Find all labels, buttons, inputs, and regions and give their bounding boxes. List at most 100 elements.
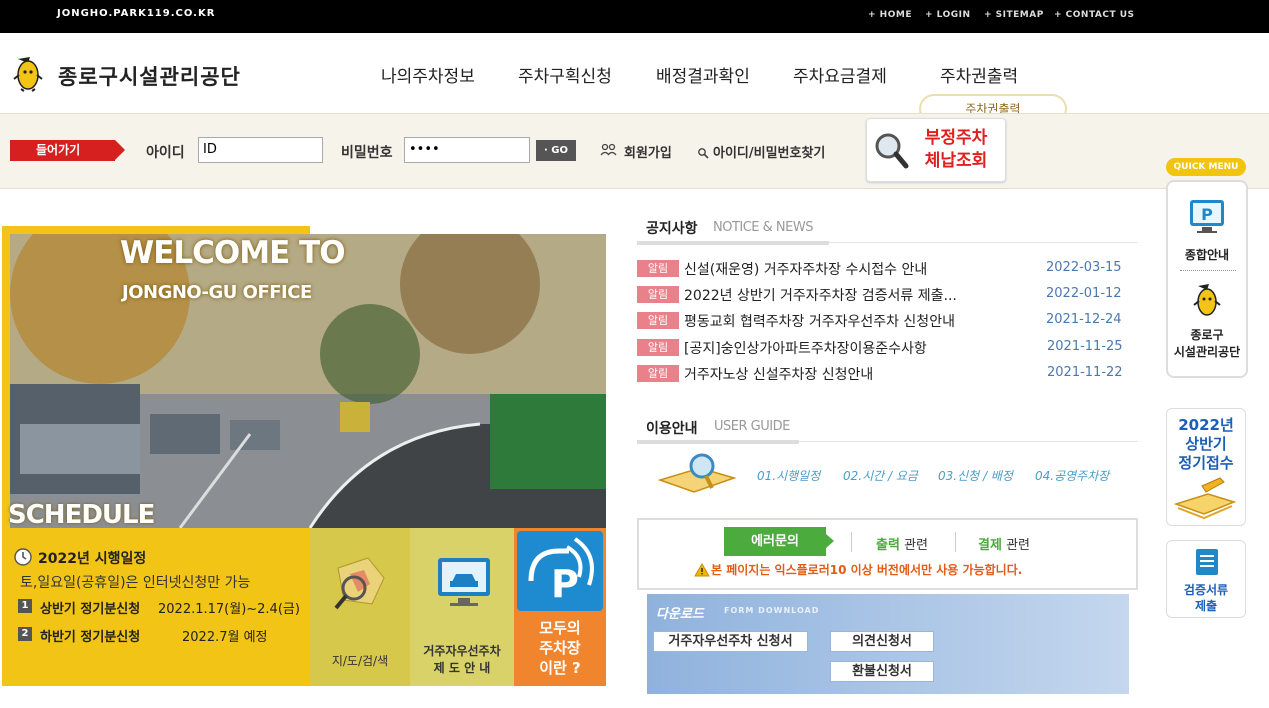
find-account-link[interactable]: 아이디/비밀번호찾기 [713, 142, 825, 161]
contact-us-link[interactable]: + CONTACT US [1054, 10, 1135, 20]
guide-subtitle: USER GUIDE [714, 419, 790, 434]
error-inquiry-button[interactable]: 에러문의 [724, 527, 826, 556]
guide-schedule-link[interactable]: 01.시행일정 [757, 467, 820, 484]
warning-icon [694, 562, 710, 577]
street-photo [10, 234, 606, 528]
schedule-item1-date: 2022.1.17(월)~2.4(금) [158, 602, 300, 617]
schedule-item2-label: 하반기 정기분신청 [40, 630, 141, 645]
search-icon [697, 144, 709, 159]
join-link[interactable]: 회원가입 [624, 142, 672, 161]
verify-line2: 제출 [1194, 599, 1218, 613]
home-link[interactable]: + HOME [868, 10, 912, 20]
notice-underline [637, 241, 829, 245]
illegal-line2: 체납조회 [924, 151, 988, 171]
modu-line2: 주차장 [539, 639, 581, 657]
resident-parking-label: 거주자우선주차 제 도 안 내 [410, 643, 514, 677]
guide-apply-assign-link[interactable]: 03.신청 / 배정 [938, 467, 1013, 484]
site-domain: JONGHO.PARK119.CO.KR [57, 8, 216, 19]
password-label: 비밀번호 [341, 145, 393, 161]
nav-parking-apply[interactable]: 주차구획신청 [518, 62, 612, 87]
schedule-item1-number: 1 [18, 599, 32, 613]
qm-divider [1180, 270, 1236, 271]
guide-title[interactable]: 이용안내 [646, 418, 698, 438]
logo-text[interactable]: 종로구시설관리공단 [58, 61, 241, 91]
verify-docs-text: 검증서류 제출 [1166, 582, 1246, 614]
notice-title-link[interactable]: 거주자노상 신설주차장 신청안내 [684, 364, 873, 384]
notice-title-link[interactable]: 2022년 상반기 거주자주차장 검증서류 제출... [684, 285, 957, 305]
browser-warning: 본 페이지는 익스플로러10 이상 버전에서만 사용 가능합니다. [711, 563, 1023, 577]
schedule-title: 2022년 시행일정 [38, 551, 147, 567]
banner-2022-line2: 상반기 [1185, 435, 1227, 453]
notice-date: 2022-01-12 [1046, 286, 1122, 301]
clock-icon [14, 548, 32, 566]
notice-row[interactable]: 알림 [공지]숭인상가아파트주차장이용준수사항 2021-11-25 [637, 338, 1137, 358]
verify-line1: 검증서류 [1183, 583, 1229, 597]
notice-row[interactable]: 알림 거주자노상 신설주차장 신청안내 2021-11-22 [637, 364, 1137, 384]
nav-assignment-result[interactable]: 배정결과확인 [656, 62, 750, 87]
notice-date: 2021-11-22 [1047, 365, 1123, 380]
notice-row[interactable]: 알림 2022년 상반기 거주자주차장 검증서류 제출... 2022-01-1… [637, 285, 1137, 305]
notice-title-link[interactable]: 신설(재운영) 거주자주차장 수시접수 안내 [684, 259, 927, 279]
notice-subtitle: NOTICE & NEWS [713, 220, 813, 235]
notice-badge: 알림 [637, 365, 679, 382]
svg-text:P: P [551, 562, 579, 606]
notice-row[interactable]: 알림 신설(재운영) 거주자주차장 수시접수 안내 2022-03-15 [637, 259, 1137, 279]
download-title: 다운로드 [656, 607, 704, 622]
qm-corp-line2[interactable]: 시설관리공단 [1166, 344, 1248, 360]
notice-title-link[interactable]: 평동교회 협력주차장 거주자우선주차 신청안내 [684, 311, 955, 331]
svg-text:P: P [1201, 205, 1213, 224]
download-refund-form[interactable]: 환불신청서 [830, 661, 934, 682]
map-magnifier-icon [328, 548, 392, 618]
payment-strong: 결제 [978, 538, 1002, 553]
parking-monitor-icon[interactable]: P [1187, 196, 1227, 236]
notice-date: 2021-12-24 [1046, 312, 1122, 327]
id-input[interactable]: ID [198, 137, 323, 163]
members-icon [600, 142, 618, 156]
guide-time-fee-link[interactable]: 02.시간 / 요금 [843, 467, 918, 484]
modu-parking-label: 모두의 주차장 이란 ? [514, 618, 606, 678]
notice-row[interactable]: 알림 평동교회 협력주차장 거주자우선주차 신청안내 2021-12-24 [637, 311, 1137, 331]
download-resident-form[interactable]: 거주자우선주차 신청서 [653, 631, 808, 652]
guide-book-icon [657, 452, 737, 498]
book-pencil-icon [1172, 476, 1238, 522]
download-opinion-form[interactable]: 의견신청서 [830, 631, 934, 652]
illegal-line1: 부정주차 [924, 128, 988, 148]
banner-2022-line1: 2022년 [1178, 416, 1234, 434]
notice-badge: 알림 [637, 286, 679, 303]
output-rest: 관련 [904, 538, 928, 553]
enter-badge: 들어가기 [10, 140, 125, 161]
nav-my-parking[interactable]: 나의주차정보 [381, 62, 475, 87]
notice-date: 2021-11-25 [1047, 339, 1123, 354]
notice-title[interactable]: 공지사항 [646, 218, 698, 238]
notice-date: 2022-03-15 [1046, 260, 1122, 275]
sitemap-link[interactable]: + SITEMAP [984, 10, 1044, 20]
guide-public-parking-link[interactable]: 04.공영주차장 [1035, 467, 1109, 484]
schedule-item2-date: 2022.7월 예정 [182, 630, 268, 645]
notice-divider [829, 242, 1138, 243]
id-label: 아이디 [146, 145, 185, 161]
qm-general-info[interactable]: 종합안내 [1166, 247, 1248, 263]
parking-wifi-icon: P [517, 531, 603, 611]
output-related-link[interactable]: 출력 관련 [876, 534, 928, 553]
separator [955, 532, 956, 552]
login-link[interactable]: + LOGIN [925, 10, 971, 20]
schedule-note: 토,일요일(공휴일)은 인터넷신청만 가능 [20, 575, 251, 591]
magnifier-icon [872, 130, 910, 170]
notice-badge: 알림 [637, 339, 679, 356]
password-input[interactable]: •••• [404, 137, 530, 163]
nav-ticket-print[interactable]: 주차권출력 [940, 62, 1018, 87]
nav-fee-payment[interactable]: 주차요금결제 [793, 62, 887, 87]
error-inquiry-box [637, 518, 1138, 590]
document-icon [1195, 548, 1219, 576]
payment-rest: 관련 [1006, 538, 1030, 553]
output-strong: 출력 [876, 538, 900, 553]
logo-mascot-icon[interactable] [8, 53, 46, 93]
notice-title-link[interactable]: [공지]숭인상가아파트주차장이용준수사항 [684, 338, 927, 358]
payment-related-link[interactable]: 결제 관련 [978, 534, 1030, 553]
welcome-heading: WELCOME TO [120, 235, 346, 271]
banner-2022-line3: 정기접수 [1178, 454, 1234, 472]
go-button[interactable]: · GO [536, 140, 576, 161]
error-arrow [826, 534, 834, 548]
resident-line2: 제 도 안 내 [433, 661, 491, 675]
qm-corp-line1[interactable]: 종로구 [1166, 327, 1248, 343]
